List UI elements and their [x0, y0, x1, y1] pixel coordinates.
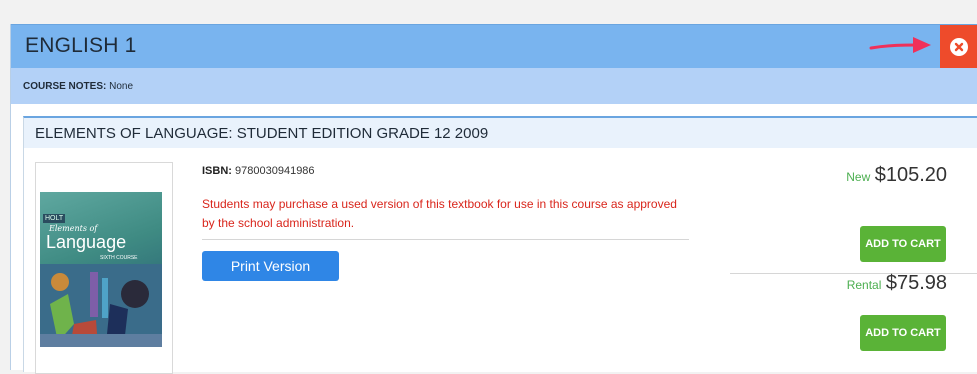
add-to-cart-new-button[interactable]: ADD TO CART	[860, 226, 946, 262]
book-title: ELEMENTS OF LANGUAGE: STUDENT EDITION GR…	[35, 125, 489, 142]
book-cover-frame: HOLT Elements of Language SIXTH COURSE	[35, 162, 173, 374]
rental-price: Rental $75.98	[847, 272, 947, 295]
cover-artwork	[40, 264, 162, 347]
new-price-label: New	[846, 170, 871, 184]
cover-line3: SIXTH COURSE	[100, 255, 138, 261]
close-circle-icon	[950, 38, 968, 56]
isbn: ISBN: 9780030941986	[202, 165, 315, 177]
cover-line2: Language	[46, 232, 127, 252]
print-version-button[interactable]: Print Version	[202, 251, 339, 281]
divider	[202, 239, 689, 240]
course-notes-value: None	[109, 81, 134, 92]
isbn-value: 9780030941986	[235, 165, 315, 177]
rental-price-amount: $75.98	[885, 272, 947, 294]
isbn-label: ISBN:	[202, 165, 232, 177]
arrow-annotation-icon	[869, 37, 931, 53]
course-notes-label: COURSE NOTES:	[23, 81, 107, 92]
new-price: New $105.20	[846, 164, 947, 187]
rental-price-label: Rental	[846, 278, 882, 292]
used-book-notice: Students may purchase a used version of …	[202, 197, 677, 230]
close-button[interactable]	[940, 25, 977, 69]
book-card: ELEMENTS OF LANGUAGE: STUDENT EDITION GR…	[23, 116, 977, 374]
course-header: ENGLISH 1	[11, 24, 977, 69]
course-notes: COURSE NOTES: None	[23, 81, 133, 92]
new-price-amount: $105.20	[874, 164, 947, 186]
add-to-cart-rental-button[interactable]: ADD TO CART	[860, 315, 946, 351]
course-title: ENGLISH 1	[25, 34, 137, 57]
course-notes-bar: COURSE NOTES: None	[11, 68, 977, 104]
book-cover-image: HOLT Elements of Language SIXTH COURSE	[40, 192, 162, 347]
cover-series: HOLT	[43, 214, 66, 223]
course-panel: ENGLISH 1 COURSE NOTES: None ELEMENTS OF…	[10, 24, 977, 374]
book-title-bar: ELEMENTS OF LANGUAGE: STUDENT EDITION GR…	[24, 118, 977, 148]
